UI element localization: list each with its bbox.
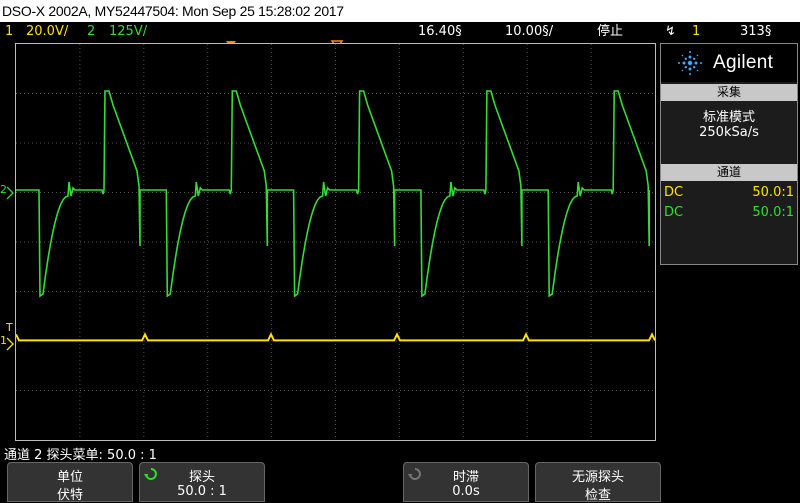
channel-row-2: DC 50.0:1 [661, 203, 797, 223]
time-base[interactable]: 10.00§/ [505, 22, 553, 41]
softkey-passive-probe[interactable]: 无源探头 检查 [535, 462, 661, 503]
ch1-number[interactable]: 1 [5, 22, 13, 41]
right-info-panel: Agilent 采集 标准模式 250kSa/s 通道 DC 50.0:1 DC… [660, 43, 798, 265]
ch2-scale[interactable]: 125V/ [109, 22, 147, 41]
ch2-number[interactable]: 2 [87, 22, 95, 41]
time-delay[interactable]: 16.40§ [418, 22, 462, 41]
softkey-skew[interactable]: 时滞 0.0s [403, 462, 529, 502]
softkey-passive-probe-value: 检查 [584, 488, 611, 503]
softkey-passive-probe-label: 无源探头 [571, 470, 624, 485]
acquire-header: 采集 [661, 84, 797, 101]
ch2-coupling: DC [664, 205, 684, 220]
softkey-probe[interactable]: 探头 50.0 : 1 [139, 462, 265, 502]
ch1-trace [16, 332, 655, 342]
trigger-icon: ↯ [665, 24, 676, 39]
trigger-level-marker[interactable]: T [6, 322, 13, 334]
softkey-skew-value: 0.0s [452, 484, 480, 499]
status-bar: 1 20.0V/ 2 125V/ 16.40§ 10.00§/ 停止 ↯ 1 3… [0, 22, 800, 41]
menu-info-line: 通道 2 探头菜单: 50.0 : 1 [4, 448, 157, 463]
title-text: DSO-X 2002A, MY52447504: Mon Sep 25 15:2… [2, 3, 344, 19]
trigger-level[interactable]: 313§ [740, 22, 771, 41]
softkey-probe-value: 50.0 : 1 [177, 484, 227, 499]
acquire-mode: 标准模式 [702, 110, 755, 125]
brand-name: Agilent [713, 52, 774, 73]
trigger-channel[interactable]: 1 [692, 22, 700, 41]
ch1-probe-ratio: 50.0:1 [752, 185, 794, 200]
ch2-ground-icon [6, 186, 14, 200]
channels-header: 通道 [661, 164, 797, 181]
softkey-skew-label: 时滞 [452, 470, 479, 485]
graticule[interactable] [15, 43, 656, 441]
ch1-scale[interactable]: 20.0V/ [26, 22, 68, 41]
softkey-units-value: 伏特 [56, 488, 83, 503]
ch2-trace [16, 90, 651, 298]
sample-rate: 250kSa/s [699, 125, 759, 140]
brand-logo: Agilent [661, 44, 797, 82]
agilent-spark-icon [678, 51, 702, 75]
ch2-probe-ratio: 50.0:1 [752, 205, 794, 220]
waveform-display [16, 44, 655, 440]
softkey-units[interactable]: 单位 伏特 [7, 462, 133, 503]
softkey-probe-label: 探头 [188, 470, 215, 485]
ch1-ground-icon [6, 337, 14, 351]
channel-row-1: DC 50.0:1 [661, 183, 797, 203]
title-bar: DSO-X 2002A, MY52447504: Mon Sep 25 15:2… [0, 0, 800, 22]
ch1-coupling: DC [664, 185, 684, 200]
run-state[interactable]: 停止 [597, 22, 623, 41]
softkey-units-label: 单位 [56, 470, 83, 485]
